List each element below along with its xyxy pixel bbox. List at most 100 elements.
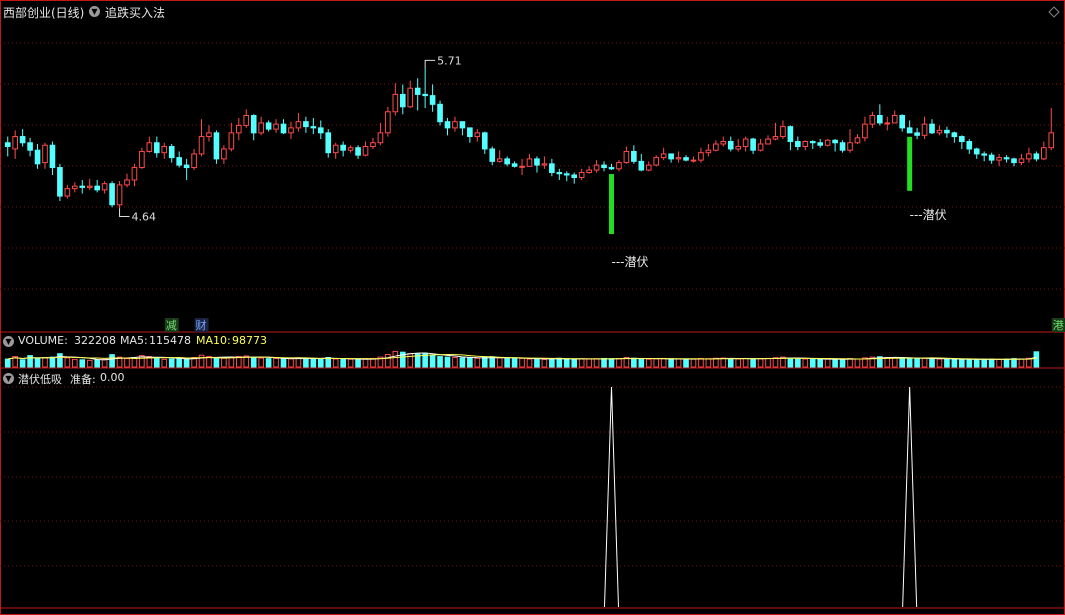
ma5-label: MA5: bbox=[120, 334, 148, 347]
candle-body bbox=[824, 139, 831, 146]
volume-bar bbox=[713, 357, 719, 368]
candle-body bbox=[660, 153, 667, 159]
candle-body bbox=[936, 129, 943, 134]
volume-label: VOLUME: bbox=[18, 334, 68, 347]
volume-bar bbox=[847, 358, 853, 368]
candle-body bbox=[168, 145, 175, 159]
volume-bar bbox=[742, 357, 749, 368]
volume-bar bbox=[183, 359, 190, 368]
volume-bar bbox=[198, 354, 205, 368]
volume-bar bbox=[586, 358, 592, 368]
candle-body bbox=[795, 141, 801, 147]
volume-bar bbox=[288, 358, 294, 368]
candle-body bbox=[12, 136, 18, 150]
candle-body bbox=[973, 148, 980, 155]
candle-body bbox=[519, 165, 525, 168]
candle-body bbox=[809, 141, 816, 144]
candle-body bbox=[72, 185, 78, 190]
volume-menu-icon[interactable]: ▼ bbox=[3, 336, 14, 347]
candle-body bbox=[437, 103, 443, 123]
candle-body bbox=[645, 164, 652, 171]
candle-body bbox=[906, 127, 913, 134]
candle-body bbox=[593, 164, 600, 171]
volume-bar bbox=[481, 357, 488, 368]
volume-bar bbox=[631, 357, 637, 368]
candle-body bbox=[556, 172, 563, 175]
volume-bar bbox=[839, 358, 846, 368]
volume-bar bbox=[94, 359, 100, 368]
volume-bar bbox=[250, 357, 257, 368]
volume-bar bbox=[556, 357, 563, 368]
candle-body bbox=[153, 142, 160, 154]
volume-bar bbox=[608, 358, 615, 368]
candle-body bbox=[601, 164, 607, 169]
ma10-label: MA10: bbox=[196, 334, 231, 347]
candle-body bbox=[1048, 132, 1055, 149]
volume-bar bbox=[735, 358, 742, 368]
candle-body bbox=[288, 127, 294, 134]
candle-body bbox=[914, 132, 920, 136]
indicator-name[interactable]: 追跌买入法 bbox=[105, 4, 165, 21]
volume-bar bbox=[765, 357, 771, 368]
volume-bar bbox=[638, 358, 645, 368]
volume-bar bbox=[511, 358, 518, 368]
candle-body bbox=[780, 126, 786, 138]
signal-annotation-label: ---潜伏 bbox=[611, 255, 648, 269]
candle-body bbox=[489, 148, 496, 162]
signal-spike bbox=[603, 386, 619, 608]
candle-body bbox=[124, 179, 130, 186]
volume-bar bbox=[168, 358, 175, 368]
signal-menu-icon[interactable]: ▼ bbox=[3, 373, 14, 384]
volume-bar bbox=[273, 357, 279, 368]
volume-bar bbox=[1011, 358, 1017, 368]
signal-label: 潜伏低吸 bbox=[18, 373, 62, 386]
chevron-down-icon[interactable]: ▼ bbox=[89, 6, 100, 17]
candle-body bbox=[571, 174, 578, 178]
high-marker-line bbox=[424, 59, 436, 69]
volume-bar bbox=[966, 358, 973, 368]
volume-bar bbox=[690, 358, 697, 368]
candle-body bbox=[772, 136, 779, 140]
candle-body bbox=[116, 184, 123, 206]
candle-body bbox=[452, 121, 458, 129]
candle-body bbox=[586, 169, 592, 174]
volume-bar bbox=[72, 358, 78, 368]
candle-body bbox=[250, 114, 257, 134]
candle-body bbox=[1018, 158, 1025, 164]
volume-bar bbox=[34, 357, 41, 368]
candle-body bbox=[310, 126, 317, 129]
candle-body bbox=[929, 123, 935, 134]
candle-body bbox=[303, 121, 309, 128]
volume-bar bbox=[467, 357, 473, 368]
volume-bar bbox=[936, 358, 943, 368]
candle-body bbox=[563, 173, 570, 176]
candle-body bbox=[399, 93, 406, 108]
candle-body bbox=[608, 167, 615, 170]
volume-bar bbox=[832, 358, 838, 368]
candle-body bbox=[221, 148, 227, 160]
candle-body bbox=[511, 163, 518, 167]
volume-bar bbox=[4, 358, 11, 368]
volume-bar bbox=[668, 358, 674, 368]
volume-bar bbox=[86, 359, 93, 368]
candle-body bbox=[347, 147, 354, 151]
stock-title: 西部创业(日线) bbox=[3, 6, 85, 20]
candle-body bbox=[839, 142, 846, 151]
candle-body bbox=[981, 153, 987, 156]
candle-body bbox=[966, 141, 973, 150]
volume-bar bbox=[593, 358, 600, 368]
signal-bar bbox=[907, 136, 913, 191]
candle-body bbox=[370, 142, 376, 147]
candle-body bbox=[64, 188, 71, 197]
candle-body bbox=[273, 123, 279, 130]
low-marker-line bbox=[119, 208, 130, 217]
volume-bar bbox=[817, 358, 824, 368]
candle-body bbox=[109, 183, 115, 206]
candle-body bbox=[481, 132, 488, 150]
candle-body bbox=[79, 185, 86, 188]
volume-bar bbox=[891, 357, 898, 368]
volume-bar bbox=[578, 358, 585, 368]
volume-bar bbox=[153, 357, 160, 368]
volume-bar bbox=[213, 357, 220, 368]
candle-body bbox=[4, 142, 11, 147]
